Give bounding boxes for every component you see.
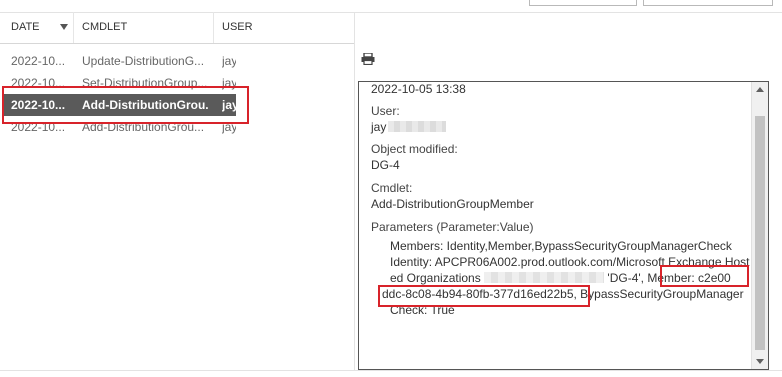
list-header: DATE CMDLET USER (0, 12, 354, 44)
scroll-up-icon[interactable] (756, 87, 764, 92)
row-user: jay (222, 54, 236, 68)
column-header-user[interactable]: USER (214, 12, 354, 43)
parameters-label: Parameters (Parameter:Value) (371, 220, 534, 234)
member-annotation-box (660, 265, 749, 287)
detail-date: 2022-10-05 13:38 (371, 82, 466, 96)
table-row[interactable]: 2022-10... Update-DistributionG... jay (0, 50, 354, 72)
selected-row-annotation (2, 86, 249, 124)
cmdlet-label: Cmdlet: (371, 181, 413, 195)
param-text: ed Organizations (390, 271, 481, 285)
column-header-date-label: DATE (11, 21, 40, 33)
cmdlet-value: Add-DistributionGroupMember (371, 197, 534, 211)
object-modified-label: Object modified: (371, 142, 458, 156)
audit-log-list: DATE CMDLET USER 2022-10... Update-Distr… (0, 12, 355, 370)
user-value-row: jay (371, 120, 447, 134)
detail-scrollbar[interactable] (751, 82, 768, 369)
detail-panel[interactable]: 2022-10-05 13:38 User: jay Object modifi… (358, 81, 769, 370)
printer-icon[interactable] (361, 53, 375, 65)
scroll-down-icon[interactable] (756, 359, 764, 364)
column-header-cmdlet[interactable]: CMDLET (74, 12, 214, 43)
user-label: User: (371, 104, 400, 118)
redacted-text (388, 121, 447, 132)
param-line: Members: Identity,Member,BypassSecurityG… (390, 239, 732, 253)
member-id-annotation-box (378, 285, 590, 307)
row-date: 2022-10... (11, 54, 66, 68)
column-header-date[interactable]: DATE (0, 12, 74, 43)
param-text: 'DG-4', (607, 271, 645, 285)
clear-button[interactable] (643, 0, 773, 6)
user-value: jay (371, 120, 387, 134)
search-button[interactable] (529, 0, 637, 6)
redacted-text (484, 272, 605, 283)
object-modified-value: DG-4 (371, 158, 400, 172)
param-text: BypassSecurityGroupManager (580, 287, 744, 301)
scroll-thumb[interactable] (755, 116, 765, 350)
row-cmdlet: Update-DistributionG... (82, 54, 205, 68)
sort-descending-icon (60, 24, 68, 30)
bottom-divider (0, 370, 782, 371)
